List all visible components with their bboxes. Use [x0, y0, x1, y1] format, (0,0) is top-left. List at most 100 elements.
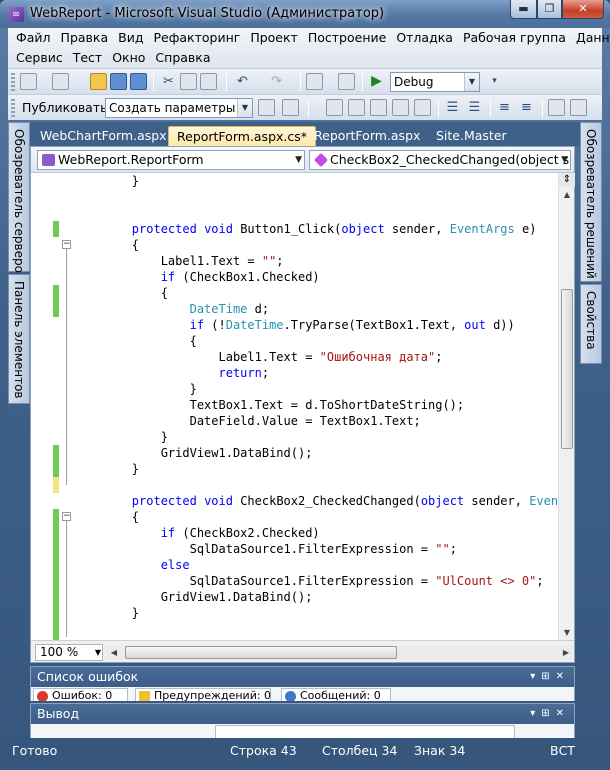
code-token: d; [247, 302, 270, 316]
warnings-filter-button[interactable]: Предупреждений: 0 [135, 688, 271, 701]
code-line: DateField.Value = TextBox1.Text; [74, 413, 421, 429]
close-button[interactable]: ✕ [562, 0, 604, 19]
tool-tab-toolbox[interactable]: Панель элементов [8, 274, 30, 404]
vertical-scrollbar[interactable]: ⇕ ▲ ▼ [558, 173, 575, 640]
doc-tab-webchartform-aspx[interactable]: WebChartForm.aspx [32, 126, 175, 146]
undo-icon[interactable]: ↶ [234, 73, 251, 90]
output-header[interactable]: Вывод ▾⊞✕ [31, 704, 574, 724]
solution-configuration-value: Debug [394, 75, 434, 89]
increase-indent-icon[interactable]: ☰ [466, 99, 483, 116]
collapse-toggle[interactable]: − [62, 512, 71, 521]
messages-filter-button[interactable]: Сообщений: 0 [281, 688, 391, 701]
code-token: protected [131, 222, 197, 236]
code-line: GridView1.DataBind(); [74, 445, 313, 461]
change-marker [53, 445, 59, 477]
menu-item[interactable]: Вид [118, 29, 149, 47]
code-token: ; [449, 542, 457, 556]
member-list-icon[interactable] [348, 99, 365, 116]
collapse-toggle[interactable]: − [62, 240, 71, 249]
publish-profile-select[interactable]: Создать параметры пуб ▼ [105, 98, 253, 118]
tool-tab-server-explorer[interactable]: Обозреватель серверов [8, 122, 30, 280]
copy-icon[interactable] [180, 73, 197, 90]
class-icon [42, 154, 55, 166]
menu-item[interactable]: Окно [112, 49, 151, 67]
menu-item[interactable]: Справка [155, 49, 216, 67]
new-project-icon[interactable] [20, 73, 37, 90]
redo-icon[interactable]: ↷ [268, 73, 285, 90]
menu-item[interactable]: Рабочая группа [463, 29, 572, 47]
paste-icon[interactable] [200, 73, 217, 90]
uncomment-lines-icon[interactable]: ≡ [518, 99, 535, 116]
doc-tab-reportform-aspx[interactable]: ReportForm.aspx [306, 126, 428, 146]
splitter-icon[interactable]: ⇕ [559, 173, 575, 187]
publish-icon[interactable] [258, 99, 275, 116]
horizontal-scroll-thumb[interactable] [125, 646, 397, 659]
code-token: { [74, 510, 140, 524]
toolbar-options-icon[interactable]: ▾ [486, 73, 503, 90]
code-token: } [74, 606, 140, 620]
menu-item[interactable]: Отладка [396, 29, 459, 47]
type-select[interactable]: WebReport.ReportForm ▼ [37, 150, 305, 170]
code-line: DateTime d; [74, 301, 269, 317]
menu-item[interactable]: Тест [73, 49, 108, 67]
horizontal-scrollbar[interactable]: ◀ ▶ [107, 645, 573, 660]
title-bar[interactable]: ∞ WebReport - Microsoft Visual Studio (А… [0, 0, 610, 28]
solution-configuration-select[interactable]: Debug ▼ [390, 72, 480, 92]
zoom-select[interactable]: 100 % ▼ [35, 644, 103, 661]
bookmark-icon[interactable] [548, 99, 565, 116]
next-bookmark-icon[interactable] [570, 99, 587, 116]
toolbar-grip[interactable] [11, 99, 15, 117]
output-source-select[interactable] [215, 725, 515, 738]
code-token: else [160, 558, 190, 572]
doc-tab-site-master[interactable]: Site.Master [428, 126, 515, 146]
scroll-up-icon[interactable]: ▲ [559, 187, 575, 202]
quick-info-icon[interactable] [392, 99, 409, 116]
error-list-header[interactable]: Список ошибок ▾⊞✕ [31, 667, 574, 687]
decrease-indent-icon[interactable]: ☰ [444, 99, 461, 116]
menu-item[interactable]: Правка [61, 29, 115, 47]
scroll-left-icon[interactable]: ◀ [107, 645, 121, 660]
code-line: if (!DateTime.TryParse(TextBox1.Text, ou… [74, 317, 515, 333]
code-token: (CheckBox1.Checked) [175, 270, 320, 284]
start-debugging-icon[interactable]: ▶ [368, 73, 385, 90]
menu-item[interactable]: Построение [308, 29, 392, 47]
output-toolbar [31, 724, 574, 738]
cut-icon[interactable]: ✂ [160, 73, 177, 90]
save-icon[interactable] [110, 73, 127, 90]
navigate-back-icon[interactable] [306, 73, 323, 90]
text-editor-icon[interactable] [326, 99, 343, 116]
navigate-forward-icon[interactable] [338, 73, 355, 90]
add-item-icon[interactable] [52, 73, 69, 90]
code-area[interactable]: − − } protected void Button1_Click(objec… [31, 173, 558, 640]
code-line: Label1.Text = ""; [74, 253, 284, 269]
save-all-icon[interactable] [130, 73, 147, 90]
menu-item[interactable]: Рефакторинг [153, 29, 246, 47]
scroll-down-icon[interactable]: ▼ [559, 625, 575, 640]
code-token: ; [276, 254, 284, 268]
tool-tab-solution-explorer[interactable]: Обозреватель решений [580, 122, 602, 282]
member-select[interactable]: CheckBox2_CheckedChanged(object sender ▼ [309, 150, 571, 170]
menu-item[interactable]: Сервис [16, 49, 69, 67]
menu-item[interactable]: Проект [250, 29, 304, 47]
vertical-scroll-thumb[interactable] [561, 289, 573, 449]
tool-tab-properties[interactable]: Свойства [580, 284, 602, 364]
code-token: .TryParse(TextBox1.Text, [283, 318, 465, 332]
menu-item[interactable]: Данные [576, 29, 610, 47]
panel-controls[interactable]: ▾⊞✕ [530, 704, 570, 724]
publish-settings-icon[interactable] [282, 99, 299, 116]
code-token: sender, [384, 222, 450, 236]
code-token: e) [514, 222, 537, 236]
code-line: } [74, 381, 197, 397]
doc-tab-reportform-aspx-cs[interactable]: ReportForm.aspx.cs* [168, 126, 317, 146]
toolbar-grip[interactable] [11, 73, 15, 91]
errors-filter-button[interactable]: Ошибок: 0 [33, 688, 128, 701]
open-folder-icon[interactable] [90, 73, 107, 90]
minimize-button[interactable]: ▬ [510, 0, 537, 19]
scroll-right-icon[interactable]: ▶ [559, 645, 573, 660]
menu-item[interactable]: Файл [16, 29, 57, 47]
maximize-button[interactable]: ❐ [537, 0, 562, 19]
panel-controls[interactable]: ▾⊞✕ [530, 667, 570, 687]
comment-lines-icon[interactable]: ≡ [496, 99, 513, 116]
complete-word-icon[interactable] [414, 99, 431, 116]
parameter-info-icon[interactable] [370, 99, 387, 116]
